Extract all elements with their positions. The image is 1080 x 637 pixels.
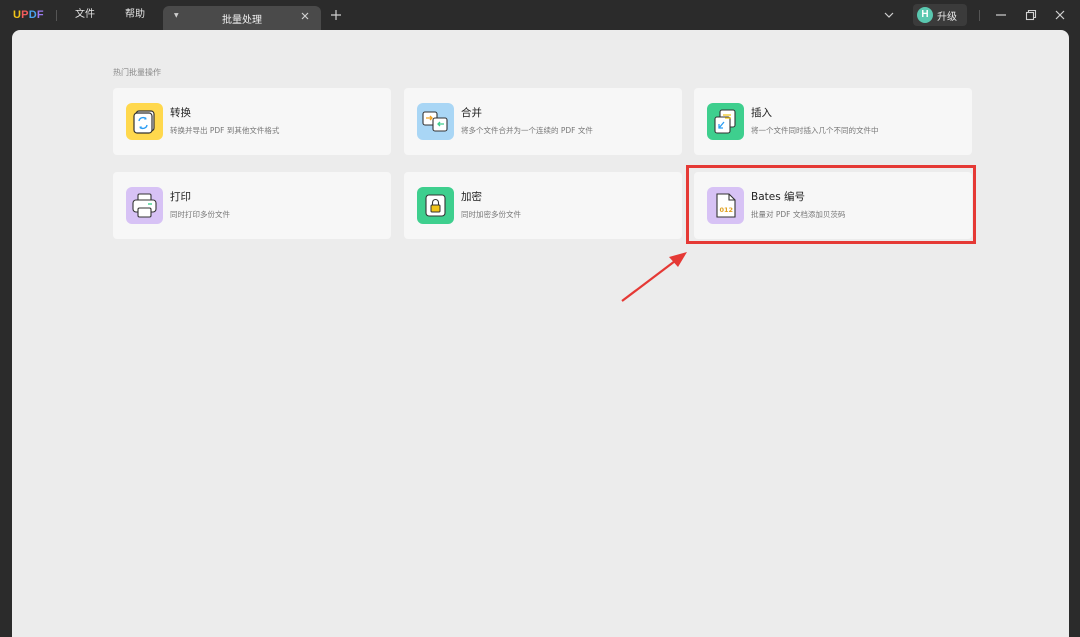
merge-card[interactable]: 合并 将多个文件合并为一个连续的 PDF 文件 <box>404 88 682 155</box>
divider <box>979 10 980 21</box>
merge-description: 将多个文件合并为一个连续的 PDF 文件 <box>461 126 593 135</box>
title-bar: UPDF 文件 帮助 ▼ 批量处理 H 升级 <box>0 0 1080 30</box>
close-tab-icon[interactable] <box>299 10 311 22</box>
divider <box>56 10 57 21</box>
close-window-icon[interactable] <box>1053 8 1067 22</box>
insert-description: 将一个文件同时插入几个不同的文件中 <box>751 126 879 135</box>
print-description: 同时打印多份文件 <box>170 210 230 219</box>
section-title: 热门批量操作 <box>113 68 161 77</box>
batch-panel: 热门批量操作 转换 转换并导出 PDF 到其他文件格式 合并 将多个文件合并为一… <box>12 30 1069 637</box>
encrypt-description: 同时加密多份文件 <box>461 210 521 219</box>
insert-card[interactable]: 插入 将一个文件同时插入几个不同的文件中 <box>694 88 972 155</box>
menu-help[interactable]: 帮助 <box>125 8 145 22</box>
updf-logo: UPDF <box>13 9 44 21</box>
convert-card[interactable]: 转换 转换并导出 PDF 到其他文件格式 <box>113 88 391 155</box>
upgrade-label: 升级 <box>937 12 957 23</box>
tab-batch-process[interactable]: ▼ 批量处理 <box>163 6 321 30</box>
encrypt-icon <box>417 187 454 224</box>
print-title: 打印 <box>170 191 191 203</box>
chevron-down-icon[interactable] <box>883 10 895 20</box>
merge-title: 合并 <box>461 107 482 119</box>
insert-title: 插入 <box>751 107 772 119</box>
annotation-arrow-icon <box>621 252 687 302</box>
convert-description: 转换并导出 PDF 到其他文件格式 <box>170 126 280 135</box>
convert-icon <box>126 103 163 140</box>
tab-title: 批量处理 <box>222 15 262 26</box>
encrypt-title: 加密 <box>461 191 482 203</box>
print-card[interactable]: 打印 同时打印多份文件 <box>113 172 391 239</box>
merge-icon <box>417 103 454 140</box>
print-icon <box>126 187 163 224</box>
new-tab-icon[interactable] <box>330 9 342 21</box>
convert-title: 转换 <box>170 107 191 119</box>
avatar: H <box>917 7 933 23</box>
restore-icon[interactable] <box>1024 8 1038 22</box>
menu-file[interactable]: 文件 <box>75 8 95 22</box>
upgrade-button[interactable]: H 升级 <box>913 4 967 26</box>
encrypt-card[interactable]: 加密 同时加密多份文件 <box>404 172 682 239</box>
minimize-icon[interactable] <box>994 8 1008 22</box>
insert-icon <box>707 103 744 140</box>
highlight-box <box>686 165 976 244</box>
